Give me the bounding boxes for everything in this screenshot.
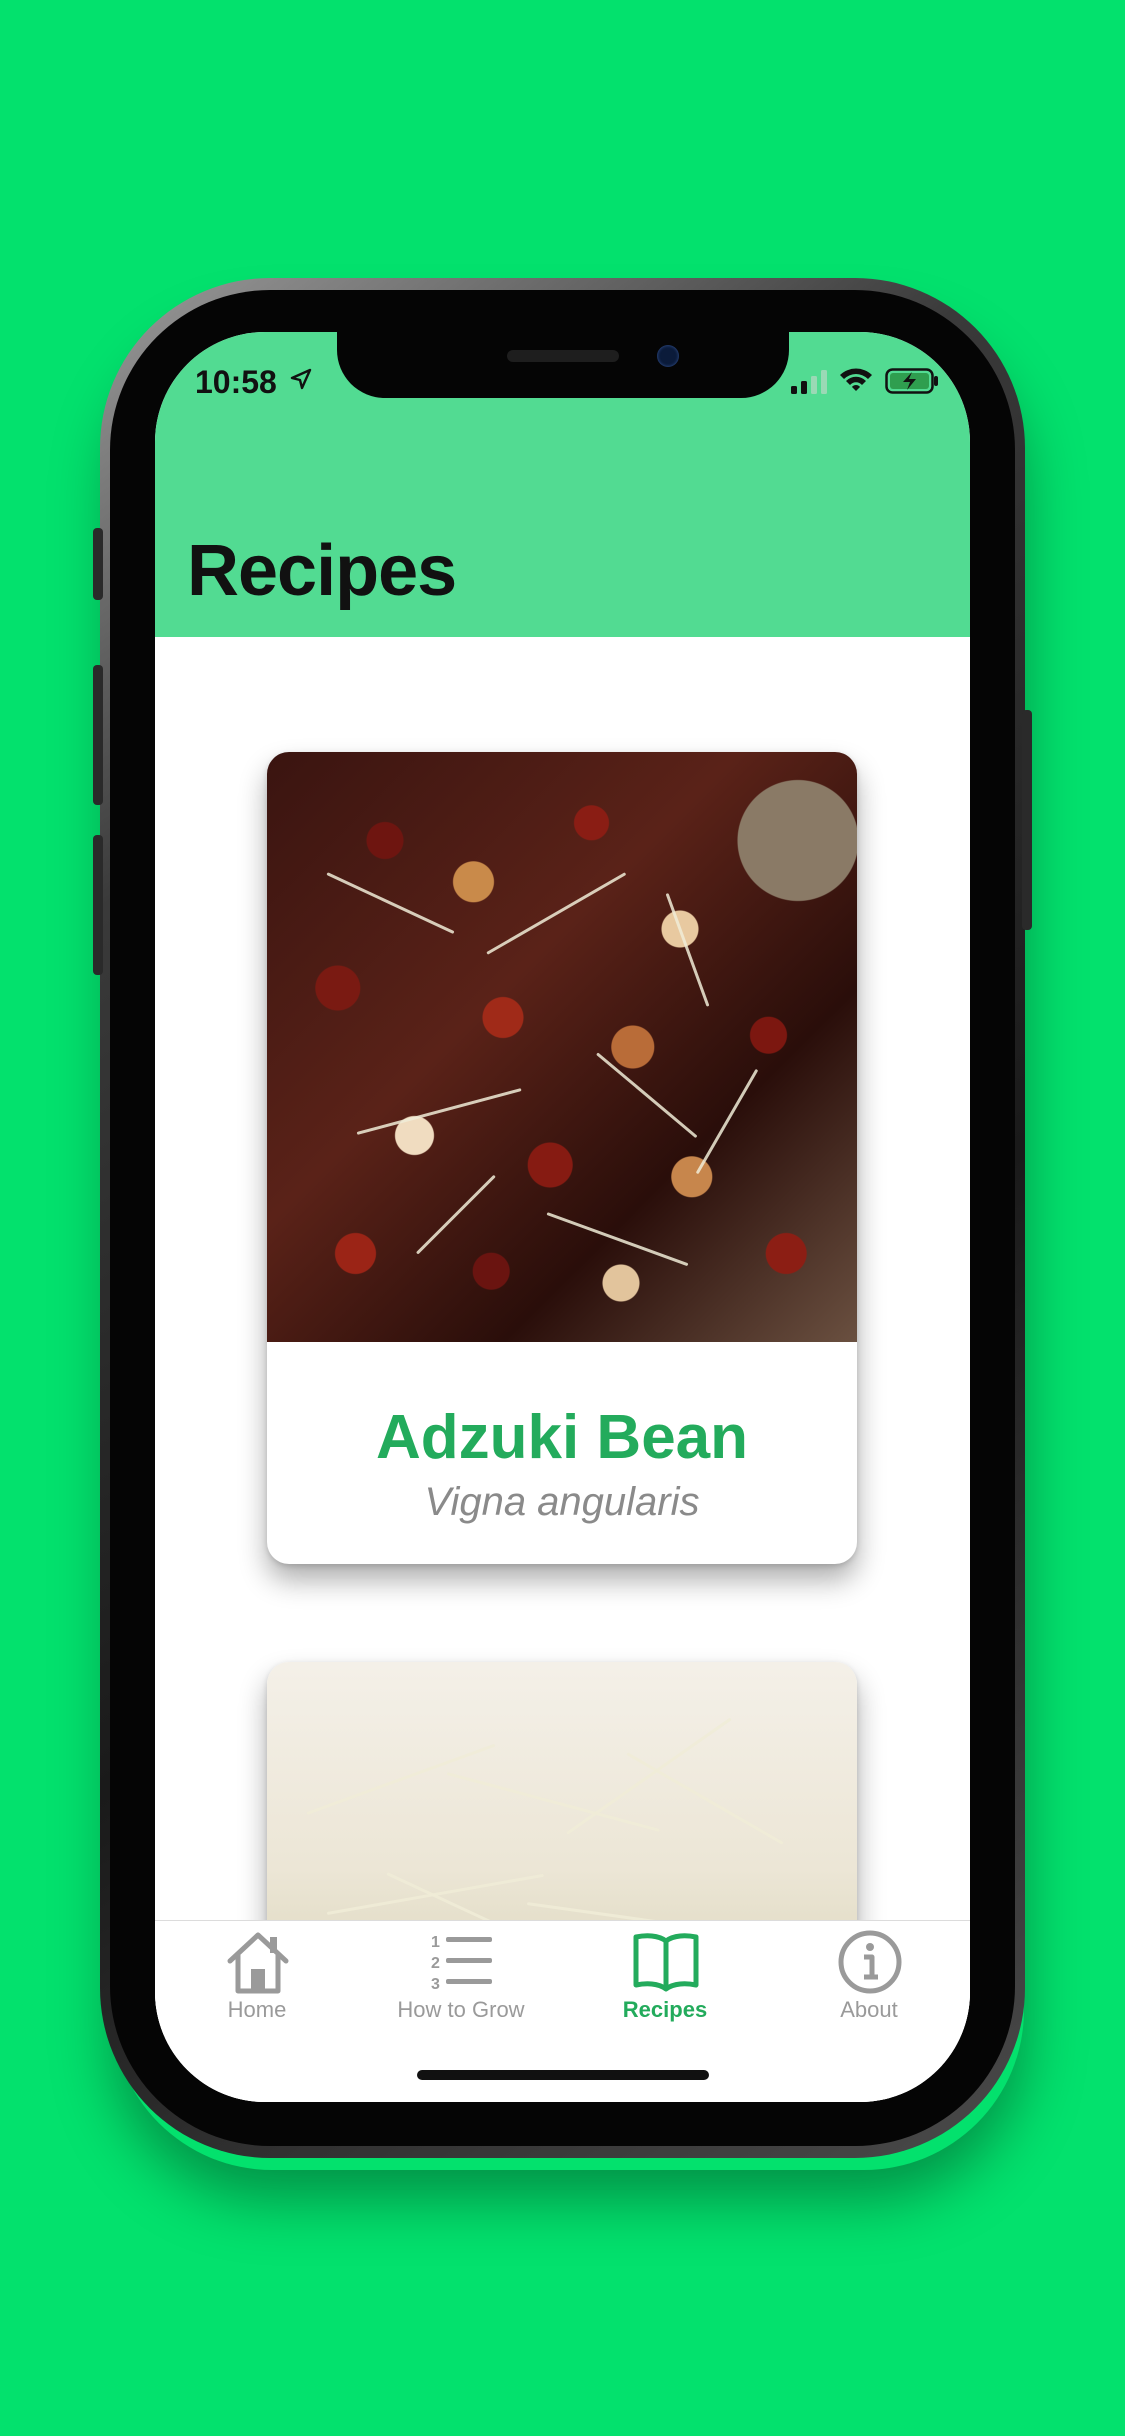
tab-about[interactable]: About xyxy=(767,1921,970,2031)
front-camera xyxy=(657,345,679,367)
book-icon xyxy=(633,1933,699,1992)
recipe-scientific-name: Vigna angularis xyxy=(424,1480,700,1524)
silent-switch xyxy=(93,528,103,600)
tab-label: About xyxy=(840,1997,898,2022)
cellular-signal-icon xyxy=(791,370,827,394)
tab-label: Recipes xyxy=(622,1997,708,2022)
recipe-photo xyxy=(267,752,857,1342)
tab-label: How to Grow xyxy=(397,1997,525,2022)
notch xyxy=(337,332,789,398)
tab-home[interactable]: Home xyxy=(155,1921,359,2031)
svg-text:2: 2 xyxy=(431,1955,440,1972)
recipe-card-body: Adzuki Bean Vigna angularis xyxy=(267,1342,857,1564)
volume-down-button xyxy=(93,835,103,975)
info-icon xyxy=(838,1930,902,1994)
wifi-icon xyxy=(840,368,872,391)
status-time: 10:58 xyxy=(195,364,277,400)
home-indicator[interactable] xyxy=(417,2070,709,2080)
page-title: Recipes xyxy=(187,531,457,611)
power-button xyxy=(1022,710,1032,930)
tab-recipes[interactable]: Recipes xyxy=(563,1921,767,2031)
screen: 10:58 Recipes Adzuki Bean Vigna angulari… xyxy=(155,332,970,2102)
numbered-list-icon: 1 2 3 xyxy=(431,1934,492,1993)
svg-text:1: 1 xyxy=(431,1934,440,1951)
location-arrow-icon xyxy=(290,368,312,390)
volume-up-button xyxy=(93,665,103,805)
battery-charging-icon xyxy=(885,368,938,394)
tab-label: Home xyxy=(227,1997,287,2022)
tab-how-to-grow[interactable]: 1 2 3 How to Grow xyxy=(359,1921,563,2031)
recipe-name: Adzuki Bean xyxy=(375,1403,749,1472)
svg-text:3: 3 xyxy=(431,1976,440,1993)
recipe-card[interactable]: Adzuki Bean Vigna angularis xyxy=(267,752,857,1564)
speaker-grille xyxy=(507,350,619,362)
home-icon xyxy=(227,1932,289,1994)
